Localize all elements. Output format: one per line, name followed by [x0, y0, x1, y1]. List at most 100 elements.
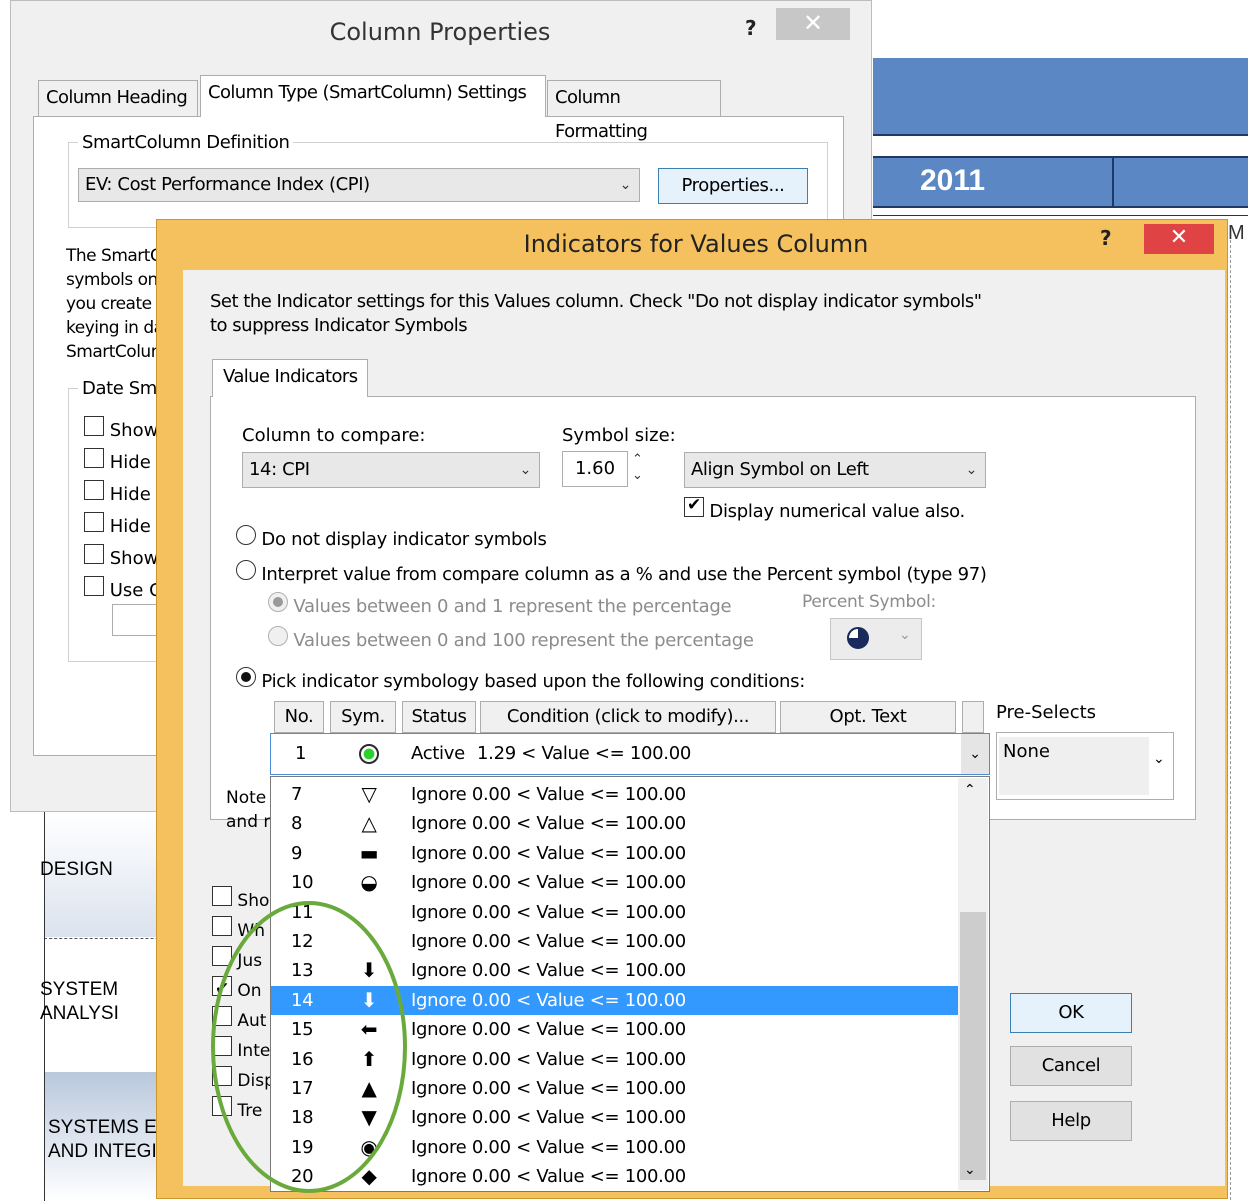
gantt-month-row — [873, 208, 1248, 216]
option-pick-conditions-label: Pick indicator symbology based upon the … — [261, 671, 805, 692]
row-condition: Ignore 0.00 < Value <= 100.00 — [411, 1107, 686, 1129]
checkbox[interactable] — [84, 512, 104, 532]
radio-pick-conditions[interactable] — [236, 667, 256, 687]
percent-pie-icon — [847, 627, 869, 649]
radio-percent-0-100[interactable] — [268, 626, 288, 646]
row-condition: Ignore 0.00 < Value <= 100.00 — [411, 960, 686, 982]
cancel-button[interactable]: Cancel — [1010, 1046, 1132, 1086]
note-text: Note and r — [226, 786, 272, 834]
row-symbol-icon: ▽ — [361, 782, 377, 806]
gantt-chart-area — [1230, 240, 1248, 1200]
align-symbol-value: Align Symbol on Left — [691, 459, 869, 480]
properties-button[interactable]: Properties... — [658, 168, 808, 204]
chevron-down-icon[interactable]: ⌄ — [632, 468, 643, 484]
option-no-symbols[interactable]: Do not display indicator symbols — [236, 525, 547, 550]
checkbox[interactable] — [84, 416, 104, 436]
gantt-year-label: 2011 — [920, 164, 986, 197]
indicators-title: Indicators for Values Column — [523, 230, 869, 258]
chevron-down-icon: ⌄ — [619, 177, 632, 193]
selected-row-condition: 1.29 < Value <= 100.00 — [477, 743, 692, 764]
preselects-value: None — [999, 737, 1149, 795]
option-percent-0-1[interactable]: Values between 0 and 1 represent the per… — [268, 592, 732, 617]
selected-row-status: Active — [411, 743, 465, 764]
percent-symbol-select[interactable]: ⌄ — [830, 618, 922, 660]
compare-column-select[interactable]: 14: CPI ⌄ — [242, 452, 540, 488]
gantt-year-divider — [1112, 156, 1114, 208]
help-button[interactable]: Help — [1010, 1101, 1132, 1141]
list-item[interactable]: 10 ◒ Ignore 0.00 < Value <= 100.00 — [271, 868, 959, 897]
row-condition: Ignore 0.00 < Value <= 100.00 — [411, 931, 686, 952]
compare-column-value: 14: CPI — [249, 459, 310, 480]
option-pick-conditions[interactable]: Pick indicator symbology based upon the … — [236, 667, 805, 692]
row-condition: Ignore 0.00 < Value <= 100.00 — [411, 1078, 686, 1099]
display-numerical-label: Display numerical value also. — [709, 501, 965, 522]
tab-column-formatting[interactable]: Column Formatting — [547, 80, 721, 142]
help-icon[interactable]: ? — [1100, 226, 1112, 250]
description-line: symbols on — [66, 270, 158, 290]
chevron-down-icon: ⌄ — [1153, 751, 1165, 767]
option-percent[interactable]: Interpret value from compare column as a… — [236, 560, 987, 585]
row-condition: Ignore 0.00 < Value <= 100.00 — [411, 989, 686, 1011]
note-line: and r — [226, 812, 271, 832]
col-header-condition[interactable]: Condition (click to modify)... — [480, 701, 776, 733]
compare-label: Column to compare: — [242, 425, 426, 446]
list-item[interactable]: 8 △ Ignore 0.00 < Value <= 100.00 — [271, 809, 959, 838]
list-item[interactable]: 7 ▽ Ignore 0.00 < Value <= 100.00 — [271, 780, 959, 809]
radio-no-symbols[interactable] — [236, 525, 256, 545]
smartcolumn-definition-label: SmartColumn Definition — [78, 132, 294, 153]
col-header-opt-text[interactable]: Opt. Text — [780, 701, 956, 733]
align-symbol-select[interactable]: Align Symbol on Left ⌄ — [684, 452, 986, 488]
checkbox[interactable] — [84, 448, 104, 468]
smartcolumn-description: The SmartC symbols on you create keying … — [66, 244, 170, 364]
chevron-down-icon[interactable]: ⌄ — [964, 1162, 976, 1178]
symbol-size-stepper[interactable]: ⌃ ⌄ — [632, 452, 643, 484]
close-icon[interactable]: ✕ — [1144, 224, 1214, 254]
smartcolumn-definition-value: EV: Cost Performance Index (CPI) — [85, 174, 370, 195]
row-condition: Ignore 0.00 < Value <= 100.00 — [411, 1136, 686, 1158]
description-line: SmartColum — [66, 342, 167, 362]
highlight-ellipse — [211, 901, 407, 1193]
help-icon[interactable]: ? — [745, 16, 757, 40]
scrollbar-thumb[interactable] — [960, 912, 986, 1180]
row-number: 7 — [291, 784, 303, 805]
chevron-up-icon[interactable]: ⌃ — [632, 452, 643, 468]
tab-column-type-settings[interactable]: Column Type (SmartColumn) Settings — [200, 75, 546, 117]
option-percent-0-100-label: Values between 0 and 100 represent the p… — [293, 630, 754, 651]
checkbox[interactable] — [84, 544, 104, 564]
instructions-line: Set the Indicator settings for this Valu… — [210, 291, 982, 312]
ok-button[interactable]: OK — [1010, 993, 1132, 1033]
selected-row-number: 1 — [295, 743, 307, 764]
preselects-select[interactable]: None ⌄ — [996, 732, 1174, 800]
percent-symbol-label: Percent Symbol: — [802, 592, 936, 612]
row-condition: Ignore 0.00 < Value <= 100.00 — [411, 1048, 686, 1070]
display-numerical-option[interactable]: Display numerical value also. — [684, 495, 965, 522]
col-header-spacer — [962, 701, 984, 733]
tab-value-indicators[interactable]: Value Indicators — [212, 359, 369, 397]
chevron-up-icon[interactable]: ⌃ — [964, 782, 976, 798]
radio-percent[interactable] — [236, 560, 256, 580]
col-header-status[interactable]: Status — [402, 701, 476, 733]
smartcolumn-definition-select[interactable]: EV: Cost Performance Index (CPI) ⌄ — [78, 168, 640, 202]
symbol-size-label: Symbol size: — [562, 425, 676, 446]
tab-column-heading[interactable]: Column Heading — [38, 80, 198, 116]
row-symbol-icon: ◒ — [360, 870, 378, 895]
display-numerical-checkbox[interactable] — [684, 495, 704, 517]
list-item[interactable]: 9 ▬ Ignore 0.00 < Value <= 100.00 — [271, 839, 959, 868]
checkbox[interactable] — [84, 576, 104, 596]
option-percent-0-100[interactable]: Values between 0 and 100 represent the p… — [268, 626, 754, 651]
row-symbol-icon: ▬ — [359, 840, 379, 865]
row-number: 10 — [291, 872, 314, 894]
row-condition: Ignore 0.00 < Value <= 100.00 — [411, 872, 686, 894]
description-line: you create — [66, 294, 152, 314]
close-icon[interactable]: ✕ — [776, 8, 850, 40]
col-header-sym[interactable]: Sym. — [330, 701, 396, 733]
checkbox[interactable] — [84, 480, 104, 500]
option-percent-label: Interpret value from compare column as a… — [261, 564, 987, 585]
radio-percent-0-1[interactable] — [268, 592, 288, 612]
chevron-down-icon[interactable]: ⌄ — [961, 734, 989, 774]
row-condition: Ignore 0.00 < Value <= 100.00 — [411, 1166, 686, 1188]
col-header-no[interactable]: No. — [274, 701, 324, 733]
row-condition: Ignore 0.00 < Value <= 100.00 — [411, 901, 686, 923]
symbol-size-input[interactable]: 1.60 — [562, 451, 628, 487]
condition-selector[interactable]: 1 Active 1.29 < Value <= 100.00 ⌄ — [270, 733, 990, 775]
